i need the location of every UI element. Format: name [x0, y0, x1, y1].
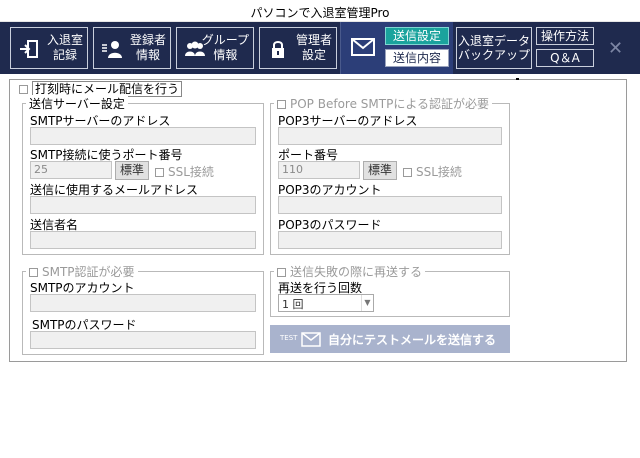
tab-send-settings[interactable]: 送信設定 [385, 27, 449, 45]
main-toolbar: 入退室 記録 登録者 情報 グループ 情報 管理者 設定 送信設定 送信内容 入… [0, 22, 640, 74]
checkbox-box [277, 268, 286, 277]
from-address-field[interactable] [30, 196, 256, 214]
smtp-ssl-label: SSL接続 [168, 165, 214, 179]
pop3-address-field[interactable] [278, 127, 502, 145]
checkbox-box [19, 85, 28, 94]
checkbox-box [155, 168, 164, 177]
pop-before-smtp-label: POP Before SMTPによる認証が必要 [290, 97, 489, 111]
group-info-button[interactable]: グループ 情報 [176, 27, 254, 69]
entry-record-button[interactable]: 入退室 記録 [10, 27, 88, 69]
send-test-mail-label: 自分にテストメールを送信する [328, 333, 497, 347]
sender-name-field[interactable] [30, 231, 256, 249]
retry-on-failure-checkbox[interactable]: 送信失敗の際に再送する [274, 263, 426, 280]
registrant-info-label: 登録者 情報 [129, 33, 166, 62]
chevron-down-icon: ▼ [361, 295, 373, 311]
lock-icon [272, 41, 284, 58]
registrant-info-button[interactable]: 登録者 情報 [93, 27, 171, 69]
window-title: パソコンで入退室管理Pro [250, 6, 390, 20]
send-server-group-title: 送信サーバー設定 [26, 95, 128, 112]
pop3-account-field[interactable] [278, 196, 502, 214]
smtp-password-field[interactable] [30, 331, 256, 349]
pop3-ssl-checkbox[interactable]: SSL接続 [403, 163, 462, 180]
checkbox-box [29, 268, 38, 277]
smtp-address-field[interactable] [30, 127, 256, 145]
checkbox-box [277, 100, 286, 109]
admin-settings-label: 管理者 設定 [295, 33, 332, 62]
smtp-auth-label: SMTP認証が必要 [42, 265, 135, 279]
smtp-port-standard-button[interactable]: 標準 [115, 161, 149, 180]
test-badge: TEST [280, 334, 298, 342]
title-bar: パソコンで入退室管理Pro [0, 0, 640, 22]
retry-count-select[interactable]: 1 回 ▼ [278, 294, 374, 312]
envelope-icon [351, 38, 375, 56]
tab-send-content[interactable]: 送信内容 [385, 49, 449, 67]
data-backup-button[interactable]: 入退室データ バックアップ [456, 27, 532, 69]
close-icon[interactable]: ✕ [608, 38, 623, 59]
checkbox-box [403, 168, 412, 177]
smtp-port-field[interactable]: 25 [30, 161, 112, 179]
marker-dot [516, 78, 519, 80]
entry-record-label: 入退室 記録 [46, 33, 83, 62]
pop3-port-standard-button[interactable]: 標準 [363, 161, 397, 180]
smtp-ssl-checkbox[interactable]: SSL接続 [155, 163, 214, 180]
admin-settings-button[interactable]: 管理者 設定 [259, 27, 337, 69]
door-enter-icon [20, 40, 38, 58]
retry-count-value: 1 回 [282, 298, 304, 311]
smtp-account-field[interactable] [30, 294, 256, 312]
pop3-ssl-label: SSL接続 [416, 165, 462, 179]
pop3-password-field[interactable] [278, 231, 502, 249]
pop-before-smtp-checkbox[interactable]: POP Before SMTPによる認証が必要 [274, 95, 492, 112]
qa-button[interactable]: Q＆A [536, 49, 594, 67]
retry-on-failure-label: 送信失敗の際に再送する [290, 265, 423, 279]
group-info-label: グループ 情報 [201, 33, 249, 62]
how-to-button[interactable]: 操作方法 [536, 27, 594, 45]
envelope-icon [301, 332, 321, 347]
mail-settings-panel: 送信設定 送信内容 [340, 22, 453, 74]
pop3-port-field[interactable]: 110 [278, 161, 360, 179]
send-test-mail-button[interactable]: TEST 自分にテストメールを送信する [270, 325, 510, 353]
smtp-auth-checkbox[interactable]: SMTP認証が必要 [26, 263, 138, 280]
person-list-icon [102, 41, 122, 58]
